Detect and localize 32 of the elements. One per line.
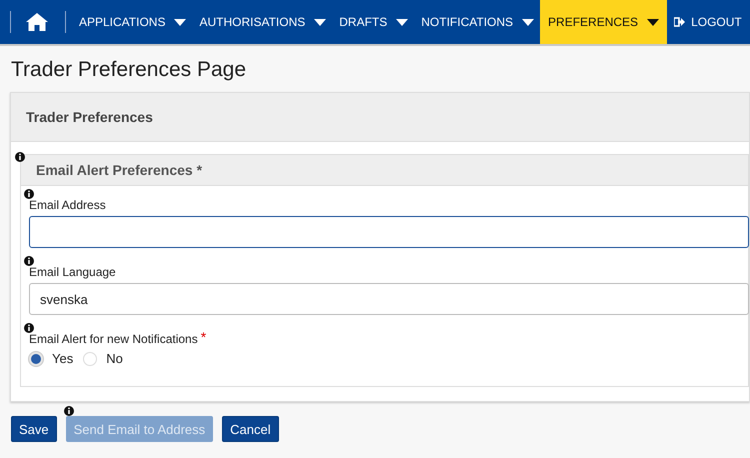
action-button[interactable]: Cancel: [222, 416, 279, 442]
section-title: Email Alert Preferences *: [36, 162, 202, 178]
required-marker: *: [200, 332, 206, 342]
page-title: Trader Preferences Page: [11, 58, 248, 82]
field-label: Email Language: [29, 265, 116, 279]
caret-icon: [522, 18, 534, 26]
info-icon[interactable]: [24, 323, 34, 333]
radio-option[interactable]: Yes: [29, 351, 74, 366]
field-label: Email Address: [29, 198, 106, 212]
info-icon[interactable]: [24, 256, 34, 266]
caret-icon: [396, 18, 408, 26]
radio-button[interactable]: [29, 352, 43, 366]
nav-menu-item[interactable]: AUTHORISATIONS: [192, 0, 332, 44]
info-icon[interactable]: [15, 152, 25, 162]
nav-menu-item[interactable]: APPLICATIONS: [72, 0, 192, 44]
nav-menu-item[interactable]: DRAFTS: [332, 0, 414, 44]
input-field[interactable]: [29, 216, 749, 248]
action-button[interactable]: Save: [11, 416, 57, 442]
info-icon[interactable]: [24, 189, 34, 199]
home-icon[interactable]: [25, 12, 49, 32]
caret-icon: [314, 18, 326, 26]
field-label: Email Alert for new Notifications: [29, 332, 198, 346]
caret-icon: [647, 18, 660, 26]
nav-menu-item[interactable]: NOTIFICATIONS: [414, 0, 540, 44]
input-field[interactable]: svenska: [29, 283, 749, 315]
logout-icon: [674, 17, 686, 27]
logout-link[interactable]: LOGOUT: [667, 0, 748, 44]
caret-icon: [174, 18, 186, 26]
radio-option[interactable]: No: [83, 351, 123, 366]
nav-menu-item[interactable]: PREFERENCES: [540, 0, 668, 44]
panel-title: Trader Preferences: [26, 109, 153, 125]
radio-button[interactable]: [83, 352, 98, 366]
